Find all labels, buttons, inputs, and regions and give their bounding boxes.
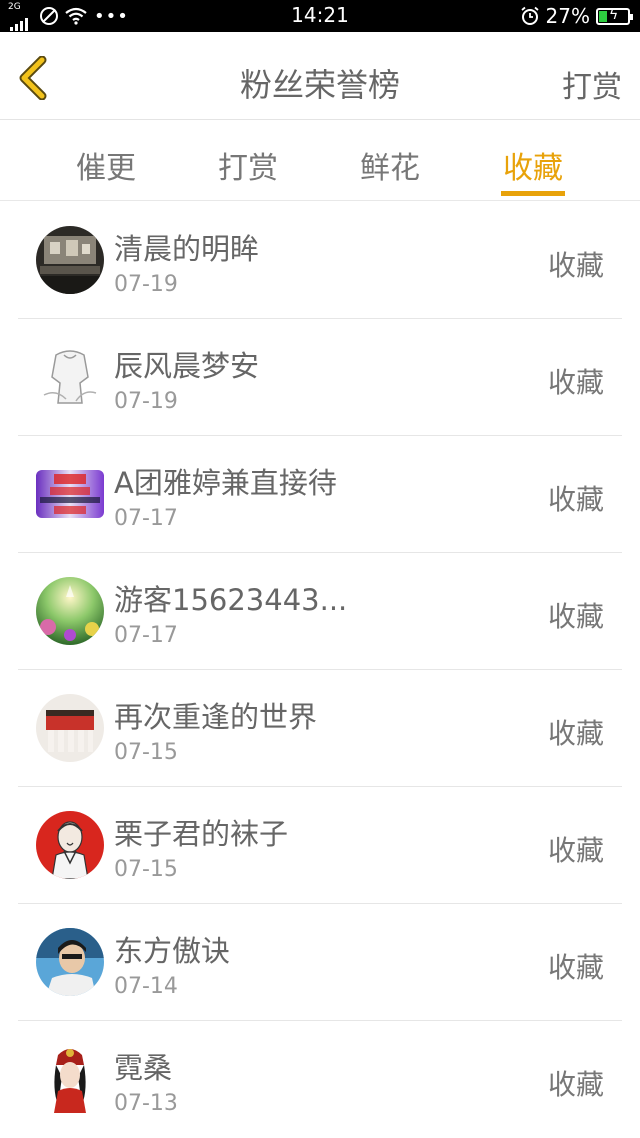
avatar: [36, 1045, 104, 1113]
fan-action-label: 收藏: [547, 951, 604, 984]
fan-action-label: 收藏: [547, 600, 604, 633]
list-item[interactable]: 再次重逢的世界 07-15 收藏: [0, 670, 640, 787]
fan-date: 07-19: [114, 272, 178, 297]
fan-action-label: 收藏: [547, 483, 604, 516]
fan-action-label: 收藏: [547, 834, 604, 867]
fan-action-label: 收藏: [547, 717, 604, 750]
alarm-icon: [520, 6, 539, 25]
fan-name: 霓桑: [114, 1051, 173, 1085]
fan-action-label: 收藏: [547, 366, 604, 399]
list-item[interactable]: 东方傲诀 07-14 收藏: [0, 904, 640, 1021]
list-item[interactable]: 清晨的明眸 07-19 收藏: [0, 202, 640, 319]
avatar: [36, 226, 104, 294]
fan-date: 07-17: [114, 506, 178, 531]
avatar: [36, 343, 104, 411]
battery-icon: ϟ: [596, 6, 633, 25]
avatar: [36, 928, 104, 996]
tab-favorites[interactable]: 收藏: [473, 143, 593, 187]
list-item[interactable]: 游客15623443... 07-17 收藏: [0, 553, 640, 670]
status-bar: 2G ••• 14:21 27% ϟ: [0, 0, 640, 32]
tab-flowers[interactable]: 鲜花: [330, 143, 450, 187]
fan-date: 07-14: [114, 974, 178, 999]
fan-date: 07-17: [114, 623, 178, 648]
list-item[interactable]: 辰风晨梦安 07-19 收藏: [0, 319, 640, 436]
avatar: [36, 811, 104, 879]
fan-date: 07-15: [114, 740, 178, 765]
fan-action-label: 收藏: [547, 1068, 604, 1101]
active-tab-indicator: [501, 191, 565, 196]
battery-fill: [599, 10, 607, 22]
fan-name: 东方傲诀: [114, 934, 231, 968]
avatar: [36, 470, 104, 518]
tab-urge[interactable]: 催更: [46, 143, 166, 187]
list-item[interactable]: A团雅婷兼直接待 07-17 收藏: [0, 436, 640, 553]
fan-name: 清晨的明眸: [114, 232, 260, 266]
list-item[interactable]: 霓桑 07-13 收藏: [0, 1021, 640, 1138]
charging-icon: ϟ: [609, 6, 619, 23]
fan-action-label: 收藏: [547, 249, 604, 282]
fan-name: 再次重逢的世界: [114, 700, 318, 734]
fan-name: 栗子君的袜子: [114, 817, 289, 851]
fan-date: 07-19: [114, 389, 178, 414]
fan-date: 07-13: [114, 1091, 178, 1116]
fan-date: 07-15: [114, 857, 178, 882]
reward-button[interactable]: 打赏: [562, 62, 622, 106]
tab-reward[interactable]: 打赏: [188, 143, 308, 187]
avatar: [36, 577, 104, 645]
header: 粉丝荣誉榜 打赏: [0, 32, 640, 120]
page-title: 粉丝荣誉榜: [239, 66, 400, 104]
tab-bar: 催更 打赏 鲜花 收藏: [0, 121, 640, 201]
fan-list: 清晨的明眸 07-19 收藏 辰风晨梦安 07-19 收藏 A团雅婷兼直接待 0…: [0, 202, 640, 1138]
fan-name: 游客15623443...: [114, 583, 348, 617]
list-item[interactable]: 栗子君的袜子 07-15 收藏: [0, 787, 640, 904]
avatar: [36, 694, 104, 762]
battery-percent: 27%: [545, 4, 590, 28]
fan-name: 辰风晨梦安: [114, 349, 260, 383]
status-bar-right: 27% ϟ: [520, 3, 633, 29]
fan-name: A团雅婷兼直接待: [114, 466, 337, 500]
